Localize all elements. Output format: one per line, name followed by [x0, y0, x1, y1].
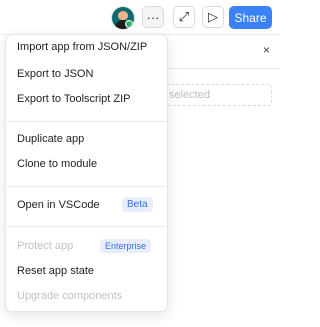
menu-item-import-json[interactable]: Import app from JSON/ZIP: [17, 41, 147, 53]
menu-item-export-json[interactable]: Export to JSON: [17, 68, 93, 80]
share-button[interactable]: Share: [229, 6, 272, 29]
expand-icon: ⤢: [178, 9, 190, 24]
share-button-label: Share: [234, 10, 267, 25]
menu-item-export-zip[interactable]: Export to Toolscript ZIP: [17, 93, 131, 105]
preview-button[interactable]: ▷: [202, 6, 224, 28]
enterprise-badge: Enterprise: [100, 239, 152, 253]
expand-button[interactable]: ⤢: [173, 6, 195, 28]
selection-placeholder-field: selected: [152, 84, 272, 106]
online-status-icon: [125, 20, 133, 28]
beta-badge: Beta: [122, 197, 153, 212]
app-actions-menu: Import app from JSON/ZIP Export to JSON …: [5, 34, 168, 312]
menu-item-reset-state[interactable]: Reset app state: [17, 265, 94, 277]
avatar-face-icon: [118, 11, 128, 20]
more-options-button[interactable]: ···: [142, 6, 164, 28]
menu-separator: [6, 186, 167, 187]
more-icon: ···: [146, 9, 160, 25]
close-icon[interactable]: ×: [263, 43, 270, 57]
menu-item-duplicate[interactable]: Duplicate app: [17, 133, 84, 145]
menu-separator: [6, 226, 167, 227]
user-avatar[interactable]: [112, 7, 134, 29]
menu-item-clone-module[interactable]: Clone to module: [17, 158, 97, 170]
panel-divider: [168, 68, 280, 69]
menu-item-open-vscode[interactable]: Open in VSCode: [17, 199, 100, 211]
menu-item-protect-app: Protect app: [17, 240, 74, 252]
menu-item-upgrade-components: Upgrade components: [17, 290, 123, 302]
menu-separator: [6, 121, 167, 122]
top-toolbar: ··· ⤢ ▷ Share: [0, 0, 280, 34]
play-icon: ▷: [208, 9, 218, 24]
